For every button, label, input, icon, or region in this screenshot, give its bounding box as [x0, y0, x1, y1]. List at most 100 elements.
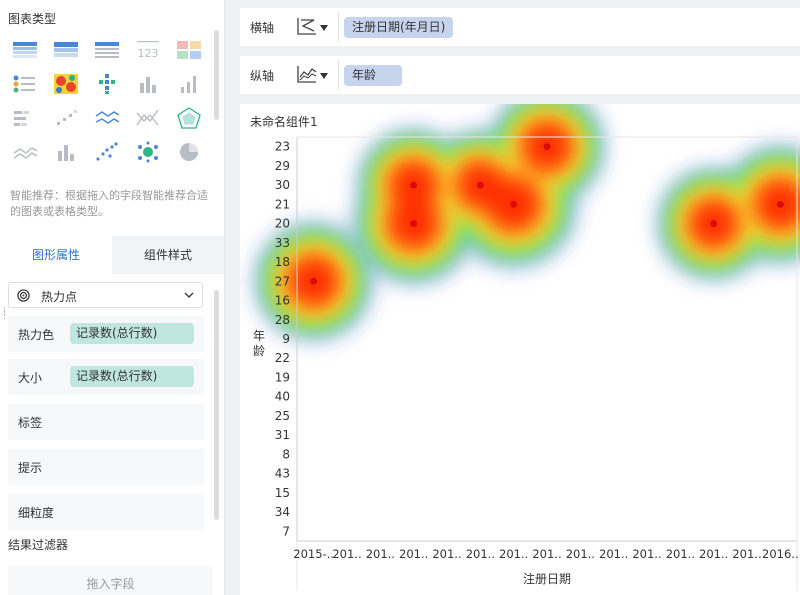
chart-type-pie-chart-button[interactable] — [170, 136, 208, 168]
scatter-chart-icon — [96, 142, 118, 161]
y-axis-shelf: 纵轴 年龄 — [240, 56, 800, 94]
x-tick-label: 2015-.. — [293, 547, 334, 561]
y-tick-label: 33 — [275, 236, 290, 250]
properties-scrollbar[interactable] — [214, 290, 219, 520]
prop-label[interactable]: 标签 — [8, 404, 204, 440]
kpi-card-icon — [177, 41, 201, 59]
x-tick-label: 201.. — [332, 547, 361, 561]
chart-types-title: 图表类型 — [8, 12, 57, 26]
list-chart-icon — [13, 75, 35, 93]
x-tick-label: 201.. — [366, 547, 395, 561]
prop-tooltip-label: 提示 — [18, 461, 43, 475]
detail-table-icon — [95, 42, 119, 58]
chart-type-bar-chart-button[interactable] — [129, 68, 167, 100]
tab-graphic-properties[interactable]: 图形属性 — [0, 236, 112, 274]
chart-types-scrollbar[interactable] — [214, 30, 219, 120]
y-tick-label: 16 — [275, 294, 290, 308]
heat-point-center — [710, 220, 718, 228]
heatmap-icon — [54, 74, 78, 94]
chart-type-kpi-number-button[interactable]: 123 — [129, 34, 167, 66]
x-tick-label: 201.. — [732, 547, 761, 561]
y-tick-label: 22 — [275, 351, 290, 365]
x-axis-field-pill[interactable]: 注册日期(年月日) — [344, 17, 454, 38]
prop-tooltip[interactable]: 提示 — [8, 449, 204, 485]
crossing-line-icon — [136, 109, 159, 126]
heat-layer — [254, 104, 800, 341]
chart-type-detail-table-button[interactable] — [88, 34, 126, 66]
line-axis-icon[interactable] — [296, 64, 318, 84]
svg-text:123: 123 — [138, 47, 159, 60]
caret-down-icon[interactable] — [320, 73, 328, 79]
chart-type-grouped-table-button[interactable] — [47, 34, 85, 66]
x-tick-label: 201.. — [566, 547, 595, 561]
prop-heat-color-field[interactable]: 记录数(总行数) — [70, 323, 194, 344]
chart-type-stacked-bar-button[interactable] — [6, 102, 44, 134]
heat-point-center — [410, 181, 418, 189]
step-column-icon — [57, 110, 77, 125]
cross-table-icon — [13, 42, 37, 58]
x-axis-shelf: 横轴 注册日期(年月日) — [240, 8, 800, 46]
mark-type-label: 热力点 — [41, 290, 78, 304]
chart-type-line-chart-button[interactable] — [88, 102, 126, 134]
radar-chart-icon — [177, 107, 201, 129]
x-tick-label: 201.. — [599, 547, 628, 561]
divider — [338, 12, 339, 42]
chart-type-heatmap-button[interactable] — [47, 68, 85, 100]
chart-type-radar-chart-button[interactable] — [170, 102, 208, 134]
heat-point-center — [310, 277, 318, 285]
y-tick-label: 28 — [275, 313, 290, 327]
area-chart-icon — [13, 147, 38, 159]
chart-type-step-column-button[interactable] — [47, 102, 85, 134]
chart-type-crossing-line-button[interactable] — [129, 102, 167, 134]
prop-heat-color-label: 热力色 — [18, 328, 55, 342]
y-tick-label: 8 — [282, 447, 290, 461]
chevron-down-icon — [184, 292, 194, 298]
kpi-number-icon: 123 — [137, 41, 159, 60]
y-tick-label: 34 — [275, 505, 290, 519]
filter-drop-zone[interactable]: 拖入字段 — [8, 566, 213, 595]
prop-size-field[interactable]: 记录数(总行数) — [70, 366, 194, 387]
x-tick-label: 201.. — [499, 547, 528, 561]
chart-panel: 未命名组件1 23 29 30 21 20 33 18 27 16 28 9 22 19 40 25 31 8 4… — [240, 104, 800, 595]
chart-type-area-chart-button[interactable] — [6, 136, 44, 168]
y-tick-label: 15 — [275, 486, 290, 500]
y-tick-label: 30 — [275, 178, 290, 192]
chart-type-box-chart-button[interactable] — [47, 136, 85, 168]
heat-point-center — [410, 220, 418, 228]
chart-type-dot-matrix-button[interactable] — [88, 68, 126, 100]
prop-size-label: 大小 — [18, 371, 43, 385]
line-chart-icon — [95, 111, 120, 124]
caret-down-icon[interactable] — [320, 25, 328, 31]
x-tick-label: 201.. — [666, 547, 695, 561]
y-tick-label: 9 — [282, 332, 290, 346]
chart-type-cross-table-button[interactable] — [6, 34, 44, 66]
prop-size[interactable]: 大小 记录数(总行数) — [8, 359, 204, 395]
tab-component-style[interactable]: 组件样式 — [112, 236, 224, 274]
x-axis-label: 横轴 — [250, 21, 275, 35]
bubble-chart-icon — [138, 141, 158, 163]
grouped-table-icon — [54, 42, 78, 57]
chart-type-list-chart-button[interactable] — [6, 68, 44, 100]
heat-point-center — [476, 181, 484, 189]
y-tick-label: 19 — [275, 370, 290, 384]
heatmap-chart[interactable]: 2329302120331827162892219402531843153472… — [240, 104, 800, 595]
recommend-text: 智能推荐：根据拖入的字段智能推荐合适的图表或表格类型。 — [10, 189, 208, 218]
y-tick-label: 21 — [275, 197, 290, 211]
chart-type-scatter-chart-button[interactable] — [88, 136, 126, 168]
prop-heat-color[interactable]: 热力色 记录数(总行数) — [8, 316, 204, 352]
chart-type-column-chart-button[interactable] — [170, 68, 208, 100]
x-tick-label: 201.. — [466, 547, 495, 561]
axis-type-icon[interactable] — [296, 16, 318, 36]
y-axis-label: 纵轴 — [250, 69, 275, 83]
chart-type-kpi-card-button[interactable] — [170, 34, 208, 66]
y-tick-label: 25 — [275, 409, 290, 423]
y-tick-label: 7 — [282, 524, 290, 538]
mark-type-select[interactable]: 热力点 — [8, 282, 203, 308]
dot-matrix-icon — [99, 74, 115, 94]
y-tick-label: 20 — [275, 217, 290, 231]
chart-type-bubble-chart-button[interactable] — [129, 136, 167, 168]
prop-granularity[interactable]: 细粒度 — [8, 494, 204, 530]
prop-label-label: 标签 — [18, 416, 43, 430]
y-tick-label: 23 — [275, 140, 290, 154]
y-axis-field-pill[interactable]: 年龄 — [344, 65, 402, 86]
